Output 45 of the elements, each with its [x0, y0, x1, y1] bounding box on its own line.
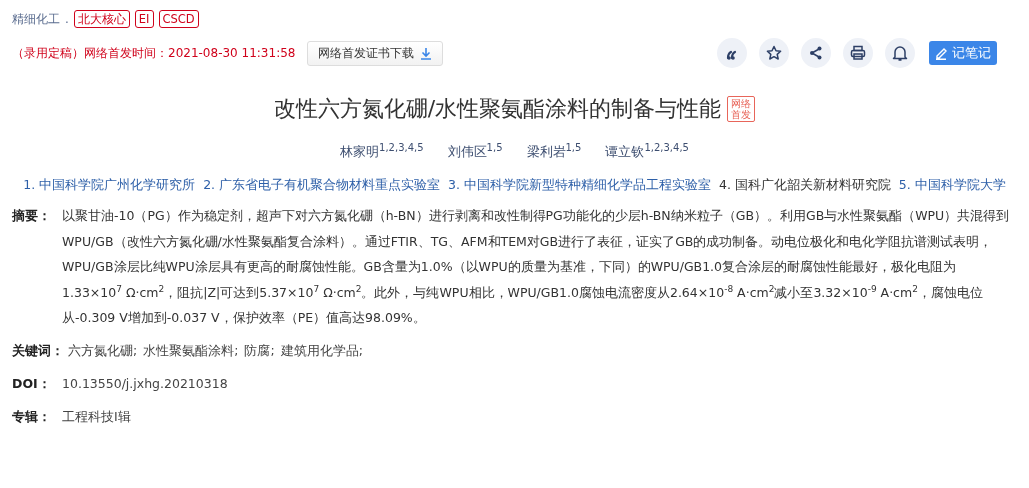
article-title: 改性六方氮化硼/水性聚氨酯涂料的制备与性能 [273, 95, 722, 123]
download-icon [420, 46, 433, 60]
take-note-button[interactable]: 记笔记 [929, 41, 997, 65]
online-first-badge: 网络首发 [727, 96, 756, 122]
doi-value: 10.13550/j.jxhg.20210318 [62, 375, 228, 391]
affiliation-link[interactable]: 3. 中国科学院新型特种精细化学品工程实验室 [448, 171, 711, 199]
abstract-text: 以聚甘油-10（PG）作为稳定剂，超声下对六方氮化硼（h-BN）进行剥离和改性制得PG功能化的少层h-BN纳米粒子（GB）。利用GB与水性聚氨酯（WPU）共混得到WPU/GB（改性六方氮化硼/水性聚氨酯复合涂料）。通过FTIR、TG、AFM和TEM对GB进行了表征，证实了GB的成功制备。动电位极化和电化学阻抗谱测试表明，WPU/GB涂层比纯WPU涂层具有更高的耐腐蚀性能。GB含量为1.0%（以WPU的质量为基准，下同）的WPU/GB1.0复合涂层的耐腐蚀性能最好，极化电阻为1.33×10$^{7}$ Ω·cm$^{2}$，阻抗|Z|可达到5.37×10$^{7}$ Ω·cm$^{2}$。此外，与纯WPU相比，WPU/GB1.0腐蚀电流密度从2.64×10$^{-8}$ A·cm$^{2}$减小至3.32×10$^{-9}$ A·cm$^{2}$，腐蚀电位从-0.309 V增加到-0.037 V，保护效率（PE）值高达98.09%。 [62, 207, 1011, 328]
affiliation-link[interactable]: 2. 广东省电子有机聚合物材料重点实验室 [203, 171, 441, 199]
affiliation-text: 4. 国科广化韶关新材料研究院 [718, 176, 891, 195]
author-link[interactable]: 刘伟区 [447, 144, 487, 160]
index-tag: EI [134, 10, 154, 28]
pencil-icon [935, 46, 949, 60]
share-icon [808, 45, 824, 61]
share-button[interactable] [801, 38, 831, 68]
bell-button[interactable] [885, 38, 915, 68]
publish-time: （录用定稿）网络首发时间：2021-08-30 11:31:58 [12, 44, 296, 62]
print-button[interactable] [843, 38, 873, 68]
doi-label: DOI： [12, 375, 52, 393]
star-icon [766, 45, 782, 61]
star-button[interactable] [759, 38, 789, 68]
album-label: 专辑： [12, 408, 52, 426]
certificate-download-button[interactable]: 网络首发证书下载 [307, 40, 444, 66]
author-link[interactable]: 梁利岩 [526, 144, 566, 160]
abstract-label: 摘要： [12, 208, 52, 226]
journal-link[interactable]: 精细化工 [12, 10, 60, 28]
quote-button[interactable] [717, 38, 747, 68]
affiliation-link[interactable]: 1. 中国科学院广州化学研究所 [23, 171, 196, 199]
keyword-link[interactable]: 防腐; [244, 342, 275, 358]
author-link[interactable]: 林家明 [340, 144, 380, 160]
affiliation-marks: 1,5 [486, 142, 503, 153]
separator: . [65, 12, 69, 26]
index-tag: CSCD [158, 10, 199, 28]
affiliation-link[interactable]: 5. 中国科学院大学 [898, 171, 1006, 199]
album-value: 工程科技Ⅰ辑 [62, 408, 131, 426]
keyword-link[interactable]: 建筑用化学品; [280, 342, 363, 358]
affiliation-marks: 1,2,3,4,5 [379, 142, 424, 153]
author-link[interactable]: 谭立钦 [605, 144, 645, 160]
keyword-link[interactable]: 水性聚氨酯涂料; [143, 342, 239, 358]
keywords-label: 关键词： [12, 342, 64, 360]
affiliation-marks: 1,5 [565, 142, 582, 153]
bell-icon [892, 45, 908, 61]
affiliation-marks: 1,2,3,4,5 [644, 142, 689, 153]
print-icon [850, 45, 866, 61]
keyword-link[interactable]: 六方氮化硼; [68, 342, 138, 358]
index-tag: 北大核心 [73, 10, 130, 28]
